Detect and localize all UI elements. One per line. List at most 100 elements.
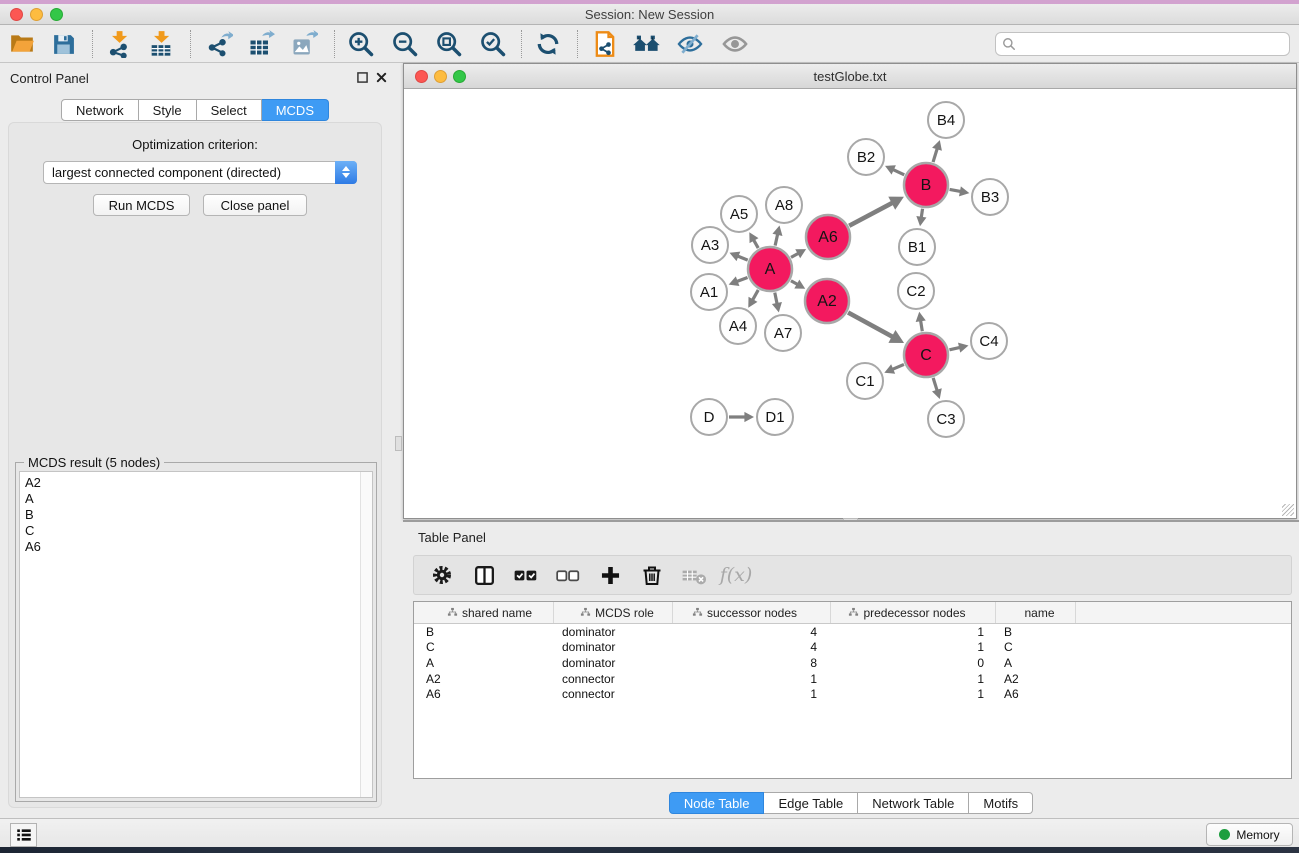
show-all-button[interactable] [718, 28, 752, 60]
import-table-button[interactable] [144, 28, 178, 60]
table-cell[interactable]: B [414, 625, 554, 639]
graph-edge-B-B4[interactable] [933, 147, 938, 162]
column-header[interactable]: MCDS role [554, 602, 673, 623]
tab-style[interactable]: Style [139, 99, 197, 121]
import-network-button[interactable] [102, 28, 136, 60]
save-session-button[interactable] [46, 28, 80, 60]
mcds-result-list[interactable]: A2ABCA6 [19, 471, 373, 798]
table-row[interactable]: Cdominator41C [414, 640, 1291, 656]
task-history-button[interactable] [10, 823, 37, 847]
table-cell[interactable]: B [996, 625, 1076, 639]
deselect-all-button[interactable] [552, 559, 584, 591]
table-settings-button[interactable] [426, 559, 458, 591]
table-cell[interactable]: 1 [831, 672, 996, 686]
table-cell[interactable]: A [414, 656, 554, 670]
select-stepper-icon[interactable] [335, 161, 357, 184]
graph-edge-A6-B[interactable] [849, 202, 893, 226]
table-cell[interactable]: A [996, 656, 1076, 670]
table-cell[interactable]: 1 [831, 625, 996, 639]
zoom-fit-button[interactable] [432, 28, 466, 60]
resize-grip[interactable] [1282, 504, 1294, 516]
table-cell[interactable]: A2 [996, 672, 1076, 686]
export-network-button[interactable] [202, 28, 236, 60]
tab-node-table[interactable]: Node Table [669, 792, 765, 814]
table-cell[interactable]: dominator [554, 640, 673, 654]
new-network-from-file-button[interactable] [588, 28, 622, 60]
graph-edge-C-C1[interactable] [891, 364, 904, 369]
mcds-result-item[interactable]: B [20, 507, 372, 523]
function-builder-button[interactable]: f(x) [720, 559, 752, 591]
run-mcds-button[interactable]: Run MCDS [93, 194, 190, 216]
table-row[interactable]: Bdominator41B [414, 624, 1291, 640]
table-cell[interactable]: C [996, 640, 1076, 654]
graph-edge-B-B2[interactable] [892, 169, 904, 175]
column-header[interactable]: name [996, 602, 1076, 623]
search-input[interactable] [1020, 37, 1289, 51]
table-cell[interactable]: A2 [414, 672, 554, 686]
select-all-button[interactable] [510, 559, 542, 591]
table-cell[interactable]: connector [554, 687, 673, 701]
tab-motifs[interactable]: Motifs [969, 792, 1033, 814]
zoom-in-icon [347, 30, 375, 58]
export-table-button[interactable] [244, 28, 278, 60]
show-column-button[interactable] [468, 559, 500, 591]
table-cell[interactable]: 4 [673, 640, 831, 654]
zoom-selected-button[interactable] [476, 28, 510, 60]
delete-column-button[interactable] [636, 559, 668, 591]
export-image-button[interactable] [287, 28, 321, 60]
search-box[interactable] [995, 32, 1290, 56]
table-cell[interactable]: A6 [996, 687, 1076, 701]
add-column-button[interactable] [594, 559, 626, 591]
zoom-in-button[interactable] [344, 28, 378, 60]
mcds-result-item[interactable]: A6 [20, 539, 372, 555]
close-panel-button[interactable]: Close panel [203, 194, 307, 216]
network-canvas[interactable]: B4B2BB3A8A5A6B1A3AA1C2A2A4A7C4CC1C3DD1 [404, 89, 1296, 518]
table-cell[interactable]: 8 [673, 656, 831, 670]
memory-button[interactable]: Memory [1206, 823, 1293, 846]
float-panel-icon[interactable] [357, 72, 368, 83]
tab-edge-table[interactable]: Edge Table [764, 792, 858, 814]
tab-select[interactable]: Select [197, 99, 262, 121]
column-header[interactable]: predecessor nodes [831, 602, 996, 623]
table-cell[interactable]: 1 [673, 687, 831, 701]
scrollbar-track[interactable] [360, 472, 372, 797]
table-row[interactable]: A6connector11A6 [414, 686, 1291, 702]
delete-table-button[interactable] [678, 559, 710, 591]
open-file-button[interactable] [5, 28, 39, 60]
first-neighbors-button[interactable] [630, 28, 664, 60]
table-cell[interactable]: dominator [554, 625, 673, 639]
table-cell[interactable]: 4 [673, 625, 831, 639]
column-header[interactable]: successor nodes [673, 602, 831, 623]
tab-network[interactable]: Network [61, 99, 139, 121]
refresh-button[interactable] [531, 28, 565, 60]
table-row[interactable]: A2connector11A2 [414, 671, 1291, 687]
network-window-titlebar[interactable]: testGlobe.txt [404, 64, 1296, 89]
network-window-title: testGlobe.txt [404, 69, 1296, 84]
column-header[interactable]: shared name [414, 602, 554, 623]
optimization-criterion-select[interactable]: largest connected component (directed) [43, 161, 357, 184]
table-cell[interactable]: connector [554, 672, 673, 686]
graph-edge-A2-C[interactable] [848, 312, 894, 337]
table-cell[interactable]: dominator [554, 656, 673, 670]
mcds-result-item[interactable]: C [20, 523, 372, 539]
table-cell[interactable]: 1 [673, 672, 831, 686]
graph-edge-C-C3[interactable] [933, 378, 937, 392]
table-row[interactable]: Adominator80A [414, 655, 1291, 671]
mcds-result-title: MCDS result (5 nodes) [24, 455, 164, 470]
table-cell[interactable]: 0 [831, 656, 996, 670]
tab-network-table[interactable]: Network Table [858, 792, 969, 814]
mcds-result-item[interactable]: A2 [20, 472, 372, 491]
table-cell[interactable]: A6 [414, 687, 554, 701]
table-cell[interactable]: 1 [831, 640, 996, 654]
tab-mcds[interactable]: MCDS [262, 99, 329, 121]
checked-boxes-icon [513, 562, 539, 588]
graph-node-label: C2 [906, 283, 925, 300]
vertical-splitter-handle[interactable] [395, 436, 402, 451]
import-network-icon [105, 30, 133, 58]
table-cell[interactable]: C [414, 640, 554, 654]
hide-selected-button[interactable] [673, 28, 707, 60]
zoom-out-button[interactable] [388, 28, 422, 60]
close-panel-icon[interactable] [376, 72, 387, 83]
table-cell[interactable]: 1 [831, 687, 996, 701]
mcds-result-item[interactable]: A [20, 491, 372, 507]
